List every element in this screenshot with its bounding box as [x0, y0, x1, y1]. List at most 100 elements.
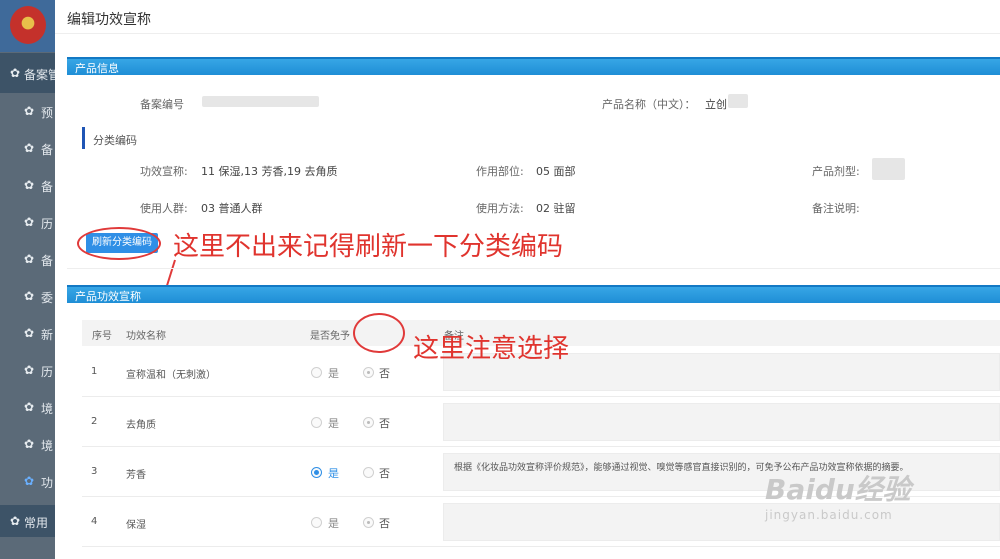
radio-yes-label: 是 [328, 467, 339, 480]
sidebar-item-active[interactable]: ✿ 功 [0, 463, 55, 500]
body-part-label: 作用部位: [476, 165, 524, 178]
radio-yes-label: 是 [328, 517, 339, 530]
population-label: 使用人群: [140, 202, 188, 215]
remark-label: 备注说明: [812, 202, 860, 215]
sidebar-group-label: 常用 [24, 516, 49, 530]
radio-yes[interactable] [311, 467, 322, 478]
watermark-logo: Baidu经验 [765, 473, 911, 506]
row-name: 去角质 [126, 420, 156, 431]
radio-yes[interactable] [311, 517, 322, 528]
remark-field[interactable] [443, 403, 1000, 441]
modal-title: 编辑功效宣称 [67, 12, 151, 28]
row-no: 3 [91, 466, 98, 477]
gear-icon: ✿ [24, 252, 35, 266]
sidebar-item[interactable]: ✿ 历 [0, 352, 55, 389]
product-name-redacted [728, 94, 748, 108]
col-name: 功效名称 [126, 331, 166, 342]
record-no-value-redacted [202, 96, 319, 107]
sidebar-item[interactable]: ✿ 境 [0, 426, 55, 463]
radio-yes-label: 是 [328, 367, 339, 380]
radio-no-label: 否 [379, 417, 390, 430]
classification-heading: 分类编码 [93, 134, 137, 147]
gear-icon: ✿ [24, 437, 35, 451]
sidebar-item-label: 境 [41, 439, 54, 453]
annotation-refresh-note: 这里不出来记得刷新一下分类编码 [173, 232, 564, 262]
claim-row: 2 去角质 是 否 [82, 397, 1000, 447]
gear-icon: ✿ [24, 178, 35, 192]
sidebar-item-label: 预 [41, 106, 54, 120]
sidebar-item[interactable]: ✿ 境 [0, 389, 55, 426]
gear-icon: ✿ [24, 104, 35, 118]
gear-icon: ✿ [24, 326, 35, 340]
sidebar-item[interactable]: ✿ 新 [0, 315, 55, 352]
subheading-accent [82, 127, 85, 149]
gear-icon: ✿ [24, 289, 35, 303]
gear-icon: ✿ [24, 215, 35, 229]
sidebar-item[interactable]: ✿ 备 [0, 241, 55, 278]
sidebar-item[interactable]: ✿ 历 [0, 204, 55, 241]
remark-field[interactable]: 根据《化妆品功效宣称评价规范》，能够通过视觉、嗅觉等感官直接识别的，可免予公布产… [443, 453, 1000, 491]
edit-claim-modal: 编辑功效宣称 产品信息 备案编号 产品名称（中文）： 立创 分类编码 功效宣称:… [55, 0, 1000, 559]
gear-icon: ✿ [24, 141, 35, 155]
gear-icon: ✿ [24, 474, 35, 488]
method-label: 使用方法: [476, 202, 524, 215]
population-value: 03 普通人群 [201, 202, 263, 215]
row-no: 1 [91, 366, 98, 377]
radio-yes[interactable] [311, 417, 322, 428]
radio-no-label: 否 [379, 367, 390, 380]
sidebar-item-label: 历 [41, 217, 54, 231]
radio-no[interactable] [363, 467, 374, 478]
annotation-circle [353, 313, 405, 353]
watermark-url: jingyan.baidu.com [765, 508, 893, 522]
gear-icon: ✿ [24, 363, 35, 377]
sidebar: ✿ 备案管 ✿ 预 ✿ 备 ✿ 备 ✿ 历 ✿ 备 ✿ 委 ✿ 新 ✿ 历 ✿ 境 ✿ 境 ✿ 功 ✿… [0, 0, 55, 559]
gear-icon: ✿ [10, 66, 21, 80]
gear-icon: ✿ [24, 400, 35, 414]
radio-no-label: 否 [379, 467, 390, 480]
sidebar-group-label: 备案管 [24, 68, 55, 82]
sidebar-item-label: 备 [41, 180, 54, 194]
national-emblem-logo [10, 6, 46, 44]
record-no-label: 备案编号 [140, 98, 184, 111]
sidebar-item[interactable]: ✿ 委 [0, 278, 55, 315]
sidebar-group-record-mgmt[interactable]: ✿ 备案管 [0, 53, 55, 93]
claim-value: 11 保湿,13 芳香,19 去角质 [201, 165, 338, 178]
form-value-redacted [872, 158, 905, 180]
radio-yes-label: 是 [328, 417, 339, 430]
section-bar-product-info: 产品信息 [67, 57, 1000, 75]
divider [67, 268, 1000, 269]
sidebar-item-label: 委 [41, 291, 54, 305]
row-no: 2 [91, 416, 98, 427]
sidebar-item-label: 备 [41, 143, 54, 157]
annotation-circle [77, 227, 161, 260]
method-value: 02 驻留 [536, 202, 576, 215]
annotation-select-note: 这里注意选择 [413, 334, 570, 364]
gear-icon: ✿ [10, 514, 21, 528]
divider [55, 33, 1000, 34]
radio-no-label: 否 [379, 517, 390, 530]
radio-no[interactable] [363, 417, 374, 428]
row-name: 芳香 [126, 470, 146, 481]
radio-no[interactable] [363, 517, 374, 528]
sidebar-group-common[interactable]: ✿ 常用 [0, 505, 55, 537]
sidebar-item-label: 新 [41, 328, 54, 342]
remark-field[interactable] [443, 503, 1000, 541]
radio-yes[interactable] [311, 367, 322, 378]
col-exempt: 是否免予 [310, 331, 350, 342]
section-title: 产品信息 [75, 62, 119, 75]
sidebar-item-label: 境 [41, 402, 54, 416]
sidebar-item[interactable]: ✿ 预 [0, 93, 55, 130]
product-name-value: 立创 [705, 98, 727, 111]
row-name: 宣称温和（无刺激） [126, 370, 216, 381]
section-title: 产品功效宣称 [75, 290, 141, 303]
col-no: 序号 [92, 331, 112, 342]
row-name: 保湿 [126, 520, 146, 531]
baidu-watermark: Baidu经验 jingyan.baidu.com [765, 468, 911, 522]
logo-area [0, 0, 55, 52]
body-part-value: 05 面部 [536, 165, 576, 178]
sidebar-item[interactable]: ✿ 备 [0, 167, 55, 204]
sidebar-item[interactable]: ✿ 备 [0, 130, 55, 167]
radio-no[interactable] [363, 367, 374, 378]
sidebar-item-label: 历 [41, 365, 54, 379]
sidebar-item-label: 功 [41, 476, 54, 490]
